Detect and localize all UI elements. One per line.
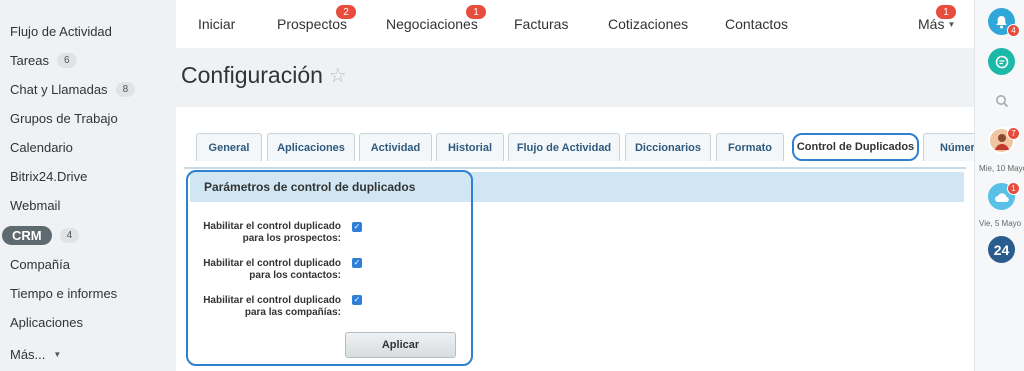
sidebar-item-label: Aplicaciones xyxy=(10,314,83,330)
nav-item-start[interactable]: Iniciar xyxy=(198,0,235,48)
tab-label: Control de Duplicados xyxy=(796,141,915,153)
sidebar-item-applications[interactable]: Aplicaciones xyxy=(10,312,83,332)
star-icon[interactable]: ☆ xyxy=(329,63,347,88)
tab-applications[interactable]: Aplicaciones xyxy=(267,133,355,161)
tab-dictionaries[interactable]: Diccionarios xyxy=(625,133,711,161)
sidebar-item-drive[interactable]: Bitrix24.Drive xyxy=(10,166,87,186)
sidebar-count-badge: 4 xyxy=(59,227,80,243)
tab-label: Flujo de Actividad xyxy=(516,141,612,154)
page-title: Configuración xyxy=(181,62,323,88)
tab-general[interactable]: General xyxy=(196,133,262,161)
nav-item-contacts[interactable]: Contactos xyxy=(725,0,788,48)
chevron-down-icon: ▼ xyxy=(947,19,956,29)
tab-label: Historial xyxy=(447,141,492,154)
sidebar-item-tasks[interactable]: Tareas 6 xyxy=(10,50,77,70)
crm-top-nav: Iniciar Prospectos 2 Negociaciones 1 Fac… xyxy=(176,0,974,48)
notifications-badge: 4 xyxy=(1007,24,1020,37)
sidebar-item-label: Grupos de Trabajo xyxy=(10,110,118,126)
more-count-badge: 1 xyxy=(936,5,956,19)
tab-activity-stream[interactable]: Flujo de Actividad xyxy=(508,133,620,161)
tabs-divider xyxy=(184,167,966,169)
sidebar-item-webmail[interactable]: Webmail xyxy=(10,195,60,215)
cloud-badge: 1 xyxy=(1007,182,1020,195)
date-label: Vie, 5 Mayo xyxy=(979,219,1022,228)
sidebar-item-crm[interactable]: CRM 4 xyxy=(2,225,80,245)
sidebar-item-workgroups[interactable]: Grupos de Trabajo xyxy=(10,108,118,128)
nav-item-quotes[interactable]: Cotizaciones xyxy=(608,0,688,48)
leads-count-badge: 2 xyxy=(336,5,356,19)
tab-label: Aplicaciones xyxy=(277,141,345,154)
sidebar-item-label: CRM xyxy=(2,225,52,245)
avatar-badge: 7 xyxy=(1007,127,1020,140)
nav-item-invoices[interactable]: Facturas xyxy=(514,0,568,48)
left-sidebar: Flujo de Actividad Tareas 6 Chat y Llama… xyxy=(0,0,176,371)
nav-item-label: Facturas xyxy=(514,16,569,32)
params-highlight-outline xyxy=(186,170,473,366)
chat-icon[interactable] xyxy=(988,48,1015,75)
tab-history[interactable]: Historial xyxy=(436,133,504,161)
nav-item-label: Prospectos xyxy=(277,16,348,32)
nav-item-label: Cotizaciones xyxy=(608,16,689,32)
nav-item-label: Negociaciones xyxy=(386,16,478,32)
sidebar-item-label: Bitrix24.Drive xyxy=(10,168,88,184)
sidebar-item-label: Tareas xyxy=(10,52,50,68)
sidebar-item-more[interactable]: Más... ▼ xyxy=(10,344,61,364)
sidebar-item-label: Tiempo e informes xyxy=(10,285,118,301)
sidebar-item-calendar[interactable]: Calendario xyxy=(10,137,73,157)
sidebar-count-badge: 6 xyxy=(57,52,77,68)
right-rail: 4 7 Mie, 10 Mayo 1 Vie, 5 Mayo 24 xyxy=(974,0,1024,371)
sidebar-item-chat[interactable]: Chat y Llamadas 8 xyxy=(10,79,136,99)
page-title-row: Configuración ☆ xyxy=(181,62,347,89)
date-label: Mie, 10 Mayo xyxy=(979,164,1024,173)
tab-format[interactable]: Formato xyxy=(716,133,784,161)
sidebar-item-activity-stream[interactable]: Flujo de Actividad xyxy=(10,21,112,41)
sidebar-item-company[interactable]: Compañía xyxy=(10,254,70,274)
chevron-down-icon: ▼ xyxy=(53,349,62,359)
tab-label: Diccionarios xyxy=(634,141,702,154)
nav-item-label: Contactos xyxy=(725,16,789,32)
tab-label: Formato xyxy=(728,141,772,154)
nav-item-deals[interactable]: Negociaciones xyxy=(386,0,478,48)
bitrix24-logo[interactable]: 24 xyxy=(988,236,1015,263)
settings-panel: General Aplicaciones Actividad Historial… xyxy=(176,107,983,371)
sidebar-item-label: Calendario xyxy=(10,139,73,155)
sidebar-item-label: Chat y Llamadas xyxy=(10,81,108,97)
tab-label: Actividad xyxy=(370,141,421,154)
sidebar-count-badge: 8 xyxy=(115,81,136,97)
sidebar-item-label: Compañía xyxy=(10,256,70,272)
tab-label: General xyxy=(208,141,250,154)
sidebar-item-time-reports[interactable]: Tiempo e informes xyxy=(10,283,117,303)
sidebar-item-label: Flujo de Actividad xyxy=(10,23,112,39)
deals-count-badge: 1 xyxy=(466,5,486,19)
sidebar-item-label: Más... xyxy=(10,346,46,362)
sidebar-item-label: Webmail xyxy=(10,197,61,213)
nav-item-label: Iniciar xyxy=(198,16,236,32)
tab-duplicate-control[interactable]: Control de Duplicados xyxy=(792,133,919,161)
tab-activity[interactable]: Actividad xyxy=(359,133,432,161)
search-icon[interactable] xyxy=(988,87,1015,114)
